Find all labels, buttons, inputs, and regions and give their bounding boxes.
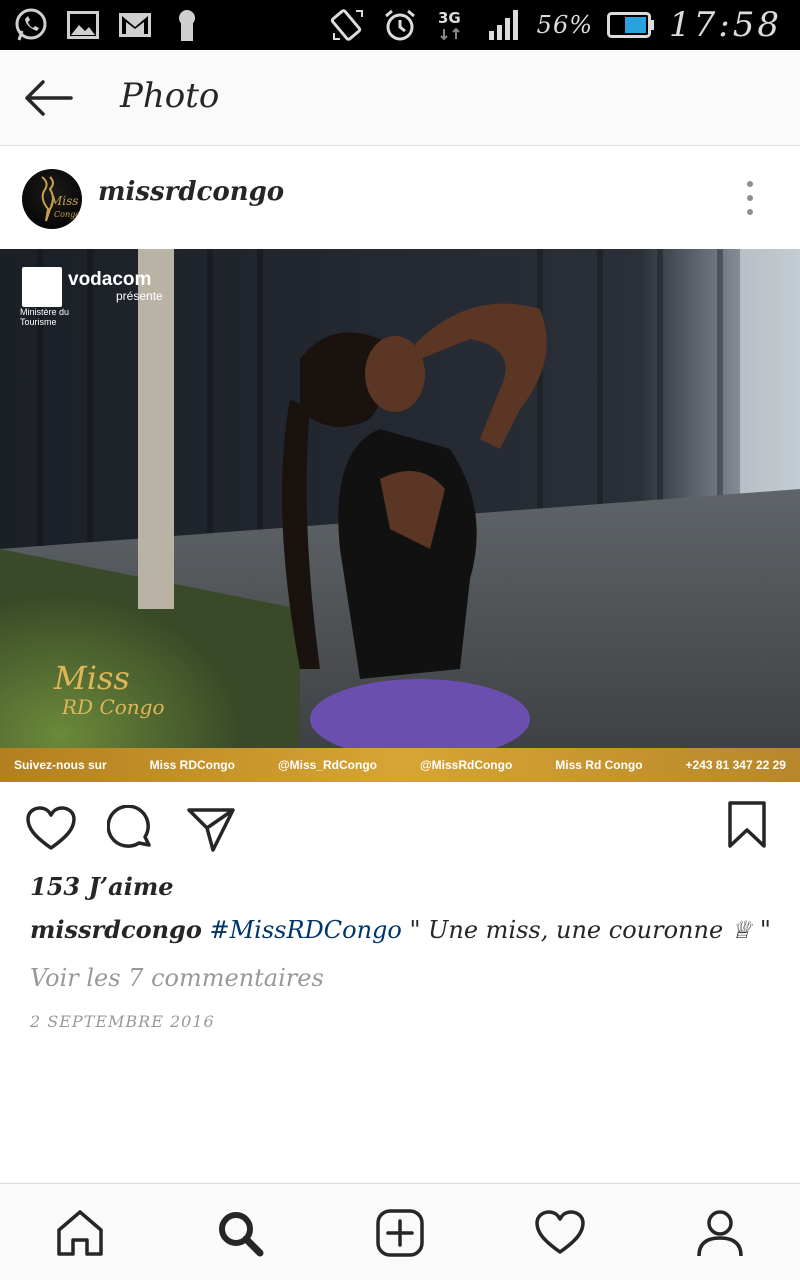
more-dot-icon bbox=[747, 195, 753, 201]
caption-text: " Une miss, une couronne ♕ " bbox=[409, 916, 771, 944]
banner-youtube: Miss Rd Congo bbox=[555, 758, 643, 772]
svg-text:Miss: Miss bbox=[49, 194, 78, 208]
rdcongo-logo-text: RD Congo bbox=[62, 695, 165, 719]
status-bar-notifications bbox=[12, 6, 206, 44]
app-header: Photo bbox=[0, 50, 800, 146]
svg-text:3G: 3G bbox=[438, 9, 461, 27]
view-comments-link[interactable]: Voir les 7 commentaires bbox=[30, 964, 324, 992]
add-post-icon bbox=[376, 1209, 424, 1257]
alarm-icon bbox=[381, 6, 419, 44]
search-icon bbox=[219, 1212, 264, 1257]
post-header: Miss Congo missrdcongo bbox=[0, 147, 800, 249]
banner-whatsapp: +243 81 347 22 29 bbox=[685, 758, 786, 772]
post-username[interactable]: missrdcongo bbox=[98, 177, 284, 207]
sponsor-logo: vodacom présente bbox=[68, 269, 163, 303]
image-icon bbox=[64, 6, 102, 44]
screen-rotation-icon bbox=[329, 6, 367, 44]
more-dot-icon bbox=[747, 181, 753, 187]
network-3g-icon: 3G bbox=[433, 6, 471, 44]
nav-search-button[interactable] bbox=[211, 1204, 269, 1262]
nav-add-post-button[interactable] bbox=[371, 1204, 429, 1262]
whatsapp-icon bbox=[12, 6, 50, 44]
nav-activity-button[interactable] bbox=[531, 1204, 589, 1262]
nav-profile-button[interactable] bbox=[691, 1204, 749, 1262]
ministry-label: Ministère du Tourisme bbox=[20, 307, 70, 327]
post-date: 2 SEPTEMBRE 2016 bbox=[30, 1012, 215, 1031]
bookmark-icon bbox=[728, 801, 766, 848]
keyhole-icon bbox=[168, 6, 206, 44]
activity-heart-icon bbox=[535, 1210, 585, 1254]
post-caption: missrdcongo #MissRDCongo " Une miss, une… bbox=[30, 915, 780, 944]
bottom-navigation bbox=[0, 1183, 800, 1280]
miss-logo-text: Miss bbox=[54, 659, 130, 697]
miss-logo-icon: Miss Congo bbox=[41, 176, 80, 222]
heart-icon bbox=[26, 806, 76, 850]
like-button[interactable] bbox=[24, 802, 78, 856]
battery-percent: 56% bbox=[536, 11, 594, 39]
image-banner: Suivez-nous sur Miss RDCongo @Miss_RdCon… bbox=[0, 748, 800, 782]
status-bar-system: 3G 56% 17:58 bbox=[329, 5, 782, 45]
like-count[interactable]: 153 J’aime bbox=[30, 872, 174, 901]
signal-icon bbox=[485, 6, 523, 44]
more-options-button[interactable] bbox=[730, 177, 770, 219]
gmail-icon bbox=[116, 6, 154, 44]
share-button[interactable] bbox=[184, 802, 238, 856]
battery-icon bbox=[607, 10, 655, 40]
save-button[interactable] bbox=[720, 798, 774, 852]
caption-hashtag[interactable]: #MissRDCongo bbox=[209, 916, 401, 944]
page-title: Photo bbox=[120, 76, 220, 116]
profile-icon bbox=[697, 1210, 743, 1257]
banner-follow-text: Suivez-nous sur bbox=[14, 758, 107, 772]
paper-plane-icon bbox=[187, 808, 235, 852]
comment-bubble-icon bbox=[107, 805, 151, 848]
banner-twitter: @Miss_RdCongo bbox=[277, 758, 377, 772]
nav-home-button[interactable] bbox=[51, 1204, 109, 1262]
avatar[interactable]: Miss Congo bbox=[22, 169, 82, 229]
status-bar: 3G 56% 17:58 bbox=[0, 0, 800, 50]
clock-time: 17:58 bbox=[669, 5, 782, 45]
svg-text:Congo: Congo bbox=[54, 210, 80, 219]
banner-instagram: @MissRdCongo bbox=[419, 758, 513, 772]
ministry-logo bbox=[22, 267, 62, 307]
arrow-left-icon bbox=[25, 80, 73, 116]
caption-username[interactable]: missrdcongo bbox=[30, 915, 202, 944]
home-icon bbox=[57, 1210, 103, 1256]
banner-facebook: Miss RDCongo bbox=[149, 758, 235, 772]
post-actions bbox=[0, 782, 800, 874]
more-dot-icon bbox=[747, 209, 753, 215]
post-image[interactable]: vodacom présente Ministère du Tourisme M… bbox=[0, 249, 800, 782]
comment-button[interactable] bbox=[104, 802, 158, 856]
back-button[interactable] bbox=[18, 74, 78, 122]
